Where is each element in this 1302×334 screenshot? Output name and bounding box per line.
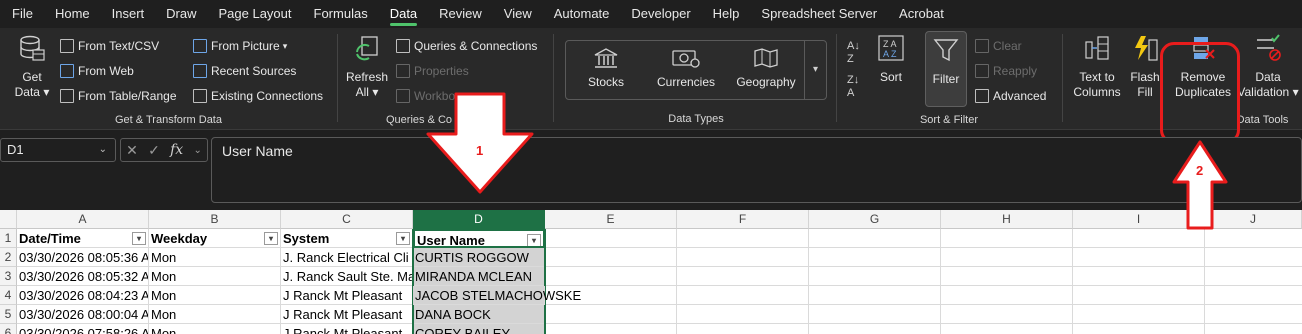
annotation-arrow-up [1172,140,1228,230]
annotation-layer [426,92,1228,230]
annotation-label-1: 1 [476,143,484,158]
table-cell[interactable]: JACOB STELMACHOWSKE [413,286,581,305]
annotation-label-2: 2 [1196,163,1204,178]
